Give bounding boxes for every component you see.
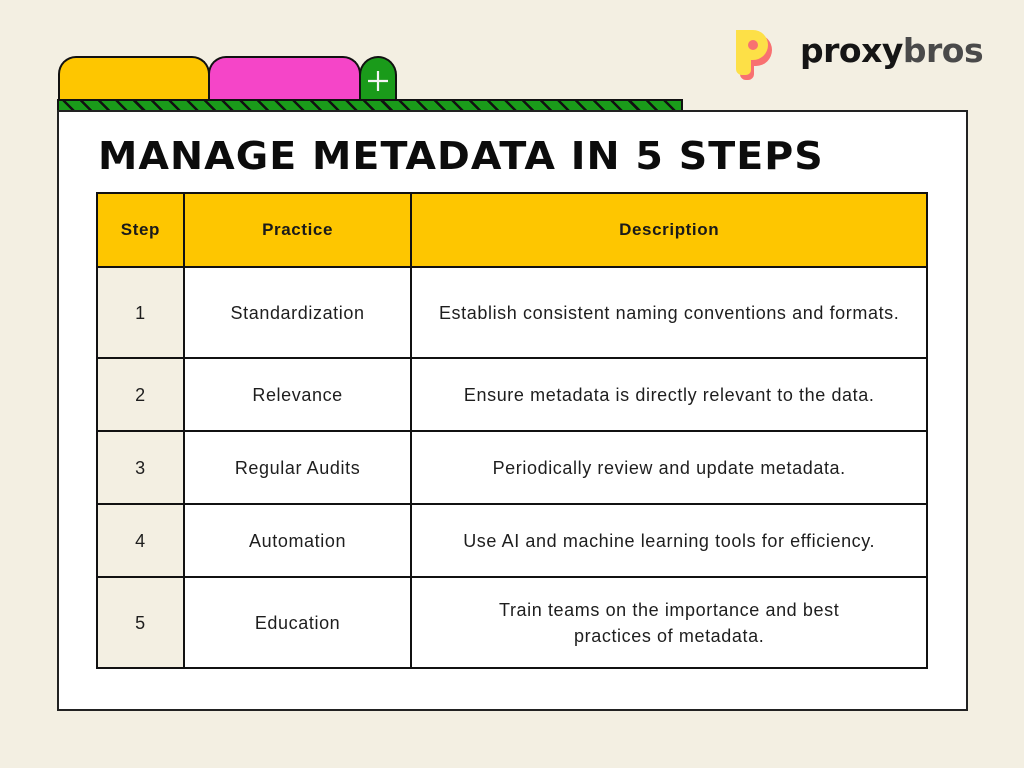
table-row: 3 Regular Audits Periodically review and… [96,430,928,505]
description-cell: Use AI and machine learning tools for ef… [410,503,928,578]
step-cell: 5 [96,576,185,669]
table-row: 4 Automation Use AI and machine learning… [96,503,928,578]
folder-tab-pink[interactable] [208,56,361,102]
practice-cell: Regular Audits [182,430,413,505]
step-cell: 2 [96,357,185,432]
add-tab-button[interactable] [359,56,397,102]
proxybros-logo-icon [734,26,778,82]
plus-icon [368,71,388,91]
brand-name-part1: proxy [800,30,903,70]
brand-logo: proxybros [734,26,984,82]
brand-name: proxybros [800,30,984,70]
metadata-steps-table: Step Practice Description 1 Standardizat… [96,192,928,669]
header-description: Description [410,192,928,268]
table-row: 2 Relevance Ensure metadata is directly … [96,357,928,432]
table-row: 1 Standardization Establish consistent n… [96,266,928,359]
description-cell: Establish consistent naming conventions … [410,266,928,359]
description-cell: Ensure metadata is directly relevant to … [410,357,928,432]
practice-cell: Standardization [182,266,413,359]
practice-cell: Education [182,576,413,669]
step-cell: 1 [96,266,185,359]
step-cell: 4 [96,503,185,578]
page-title: MANAGE METADATA IN 5 STEPS [98,134,824,178]
folder-tab-yellow[interactable] [58,56,210,102]
table-header-row: Step Practice Description [96,192,928,268]
practice-cell: Relevance [182,357,413,432]
brand-name-part2: bros [902,30,984,70]
header-step: Step [96,192,185,268]
table-row: 5 Education Train teams on the importanc… [96,576,928,669]
description-cell: Train teams on the importance and best p… [410,576,928,669]
step-cell: 3 [96,430,185,505]
practice-cell: Automation [182,503,413,578]
header-practice: Practice [182,192,413,268]
description-cell: Periodically review and update metadata. [410,430,928,505]
